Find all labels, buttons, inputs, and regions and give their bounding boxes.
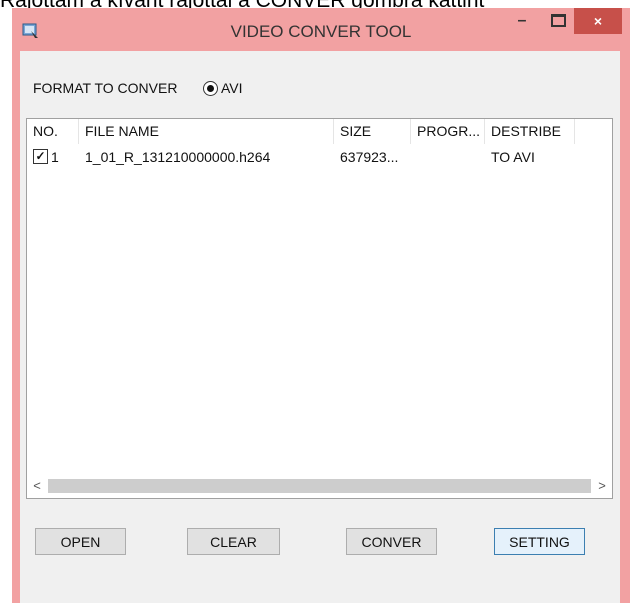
- client-area: FORMAT TO CONVER AVI NO. FILE NAME SIZE …: [20, 51, 620, 603]
- window-title: VIDEO CONVER TOOL: [230, 22, 412, 41]
- avi-radio[interactable]: [203, 81, 218, 96]
- avi-radio-label[interactable]: AVI: [221, 80, 243, 96]
- title-bar[interactable]: VIDEO CONVER TOOL – ×: [12, 8, 630, 51]
- row-size: 637923...: [340, 149, 399, 165]
- table-row[interactable]: ✓ 1 1_01_R_131210000000.h264 637923... T…: [27, 146, 612, 168]
- row-no: 1: [51, 149, 59, 165]
- close-button[interactable]: ×: [574, 8, 622, 34]
- row-file-name: 1_01_R_131210000000.h264: [85, 149, 271, 165]
- column-header-file-name[interactable]: FILE NAME: [79, 119, 334, 144]
- column-header-size[interactable]: SIZE: [334, 119, 411, 144]
- maximize-icon: [550, 14, 566, 27]
- horizontal-scrollbar[interactable]: < >: [28, 477, 611, 495]
- scroll-right-icon[interactable]: >: [593, 477, 611, 495]
- file-list[interactable]: NO. FILE NAME SIZE PROGR... DESTRIBE ✓ 1…: [26, 118, 613, 499]
- clear-button[interactable]: CLEAR: [187, 528, 280, 555]
- maximize-button[interactable]: [544, 8, 572, 34]
- column-header-progress[interactable]: PROGR...: [411, 119, 485, 144]
- row-destribe: TO AVI: [491, 149, 535, 165]
- scrollbar-thumb[interactable]: [48, 479, 591, 493]
- column-header-destribe[interactable]: DESTRIBE: [485, 119, 575, 144]
- minimize-button[interactable]: –: [508, 8, 536, 34]
- row-checkbox[interactable]: ✓: [33, 149, 48, 164]
- setting-button[interactable]: SETTING: [494, 528, 585, 555]
- format-label: FORMAT TO CONVER: [33, 80, 178, 96]
- column-header-no[interactable]: NO.: [27, 119, 79, 144]
- open-button[interactable]: OPEN: [35, 528, 126, 555]
- conver-button[interactable]: CONVER: [346, 528, 437, 555]
- app-window: VIDEO CONVER TOOL – × FORMAT TO CONVER A…: [12, 8, 630, 603]
- scroll-left-icon[interactable]: <: [28, 477, 46, 495]
